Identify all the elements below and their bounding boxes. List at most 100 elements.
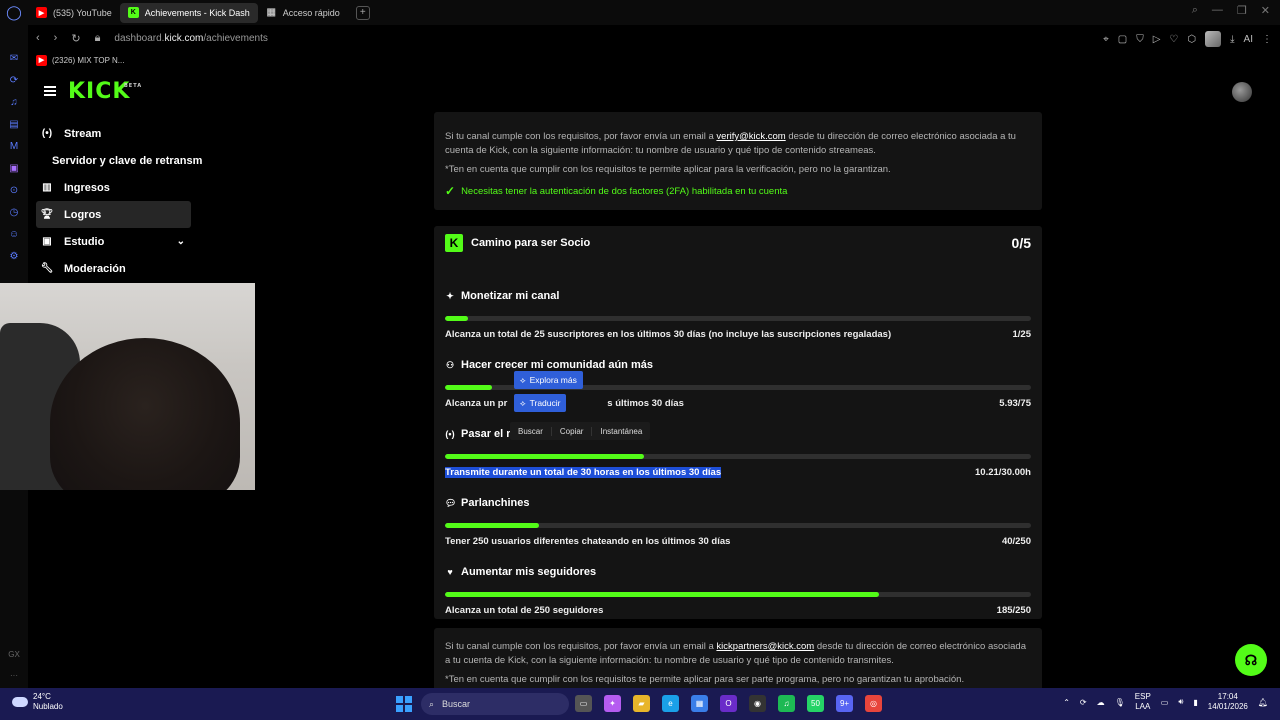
bookmarks-bar: ▶ (2326) MIX TOP N... [28,51,124,69]
nav-server-key[interactable]: Servidor y clave de retransm [36,147,206,174]
address-bar: ‹ › ↻ 🔒︎ dashboard.kick.com/achievements… [28,25,1280,51]
progress-fill [445,316,469,321]
ai-button[interactable]: AI [1244,34,1253,45]
language-indicator[interactable]: ESP LAA [1135,692,1151,712]
nav-moderacion[interactable]: 🔧︎ Moderación [36,255,191,282]
check-icon: ✓ [445,184,456,198]
opera-gx-icon[interactable]: O [720,695,737,712]
battery-icon[interactable]: ▮ [1193,698,1197,707]
messenger-icon[interactable]: ✉ [10,53,18,64]
nav-estudio[interactable]: ▣ Estudio ⌄ [36,228,191,255]
webcam-overlay [0,283,255,490]
selected-text[interactable]: Transmite durante un total de 30 horas e… [445,467,722,478]
mic-icon[interactable]: 🎙︎ [1115,698,1125,707]
notifications-icon[interactable]: 🔔︎ [1258,698,1268,707]
shield-icon[interactable]: ⛉ [1136,34,1144,45]
settings-icon[interactable]: ⚙ [10,251,19,262]
snapshot-button[interactable]: Instantánea [592,427,650,436]
achievement-value: 5.93/75 [999,398,1031,409]
back-icon[interactable]: ‹ [36,32,40,44]
progress-fill [445,454,645,459]
weather-widget[interactable]: 24°C Nublado [12,692,63,712]
verify-email-link[interactable]: verify@kick.com [716,131,785,142]
app-icon[interactable]: ◉ [749,695,766,712]
minimize-button[interactable]: — [1212,4,1223,17]
workspace-icon[interactable]: M [10,141,18,152]
news-icon[interactable]: ▤ [9,119,18,130]
network-icon[interactable]: ▭ [1161,698,1169,707]
maximize-button[interactable]: ❐ [1237,4,1247,17]
opera-logo-icon[interactable]: ◯ [0,0,28,25]
taskbar-apps: ▭ ✦ ▰ e ▦ O ◉ ♫ 50 9+ ◎ [575,695,882,712]
copilot-icon[interactable]: ✦ [604,695,621,712]
webcam-person [50,338,240,490]
support-chat-button[interactable]: ☊ [1235,644,1267,676]
download-icon[interactable]: ⤓ [1230,34,1234,45]
tab-youtube[interactable]: ▶ (535) YouTube [28,3,120,23]
chevron-down-icon: ⌄ [176,236,185,247]
verification-card: Si tu canal cumple con los requisitos, p… [434,112,1042,210]
chat-icon: 💬︎ [445,497,457,508]
tab-label: (535) YouTube [53,7,112,18]
menu-toggle-icon[interactable] [44,86,56,96]
taskbar-search[interactable]: ⌕ Buscar [421,693,569,715]
more-icon[interactable]: ··· [10,671,18,680]
history-icon[interactable]: ⟳ [10,75,18,86]
snapshot-icon[interactable]: ▢ [1118,34,1127,45]
close-button[interactable]: ✕ [1261,4,1270,17]
explore-button[interactable]: ⟡ Explora más [514,371,583,389]
achievement-value: 185/250 [996,605,1031,616]
store-icon[interactable]: ▦ [691,695,708,712]
kick-header: KICK BETA [28,70,1280,114]
nav-logros[interactable]: 🏆︎ Logros [36,201,191,228]
new-tab-button[interactable]: + [355,5,370,20]
nav-stream[interactable]: (•) Stream [36,120,191,147]
start-button[interactable] [396,696,412,712]
onedrive-icon[interactable]: ☁ [1097,698,1105,707]
discord-icon[interactable]: 9+ [836,695,853,712]
spotify-icon[interactable]: ♫ [778,695,795,712]
whatsapp-icon[interactable]: 50 [807,695,824,712]
chrome-icon[interactable]: ◎ [865,695,882,712]
volume-icon[interactable]: 🔊︎ [1178,697,1183,707]
progress-bar [445,523,1031,528]
video-icon[interactable]: ⊙ [10,185,18,196]
copy-button[interactable]: Copiar [552,426,593,436]
sync-icon[interactable]: ⟳ [1080,698,1087,707]
kick-logo[interactable]: KICK BETA [68,79,141,104]
file-explorer-icon[interactable]: ▰ [633,695,650,712]
translate-button[interactable]: ⟡ Traducir [514,394,567,412]
browser-tab-bar: ◯ ▶ (535) YouTube K Achievements - Kick … [0,0,1280,25]
play-icon[interactable]: ▷ [1153,34,1161,45]
chevron-up-icon[interactable]: ⌃ [1063,698,1070,707]
gx-label[interactable]: GX [8,650,20,659]
url-field[interactable]: dashboard.kick.com/achievements [114,33,267,44]
twitch-icon[interactable]: ▣ [9,163,18,174]
extensions-icon[interactable]: ⬡ [1187,34,1196,45]
verification-text: Si tu canal cumple con los requisitos, p… [445,131,1016,156]
tab-quick-access[interactable]: ▦ Acceso rápido [258,3,348,23]
system-tray: ⌃ ⟳ ☁ 🎙︎ ESP LAA ▭ 🔊︎ ▮ 17:04 14/01/2026 🔔… [1063,692,1268,712]
edge-icon[interactable]: e [662,695,679,712]
partner-email-link[interactable]: kickpartners@kick.com [716,641,814,652]
heart-icon[interactable]: ♡ [1169,34,1178,45]
task-view-icon[interactable]: ▭ [575,695,592,712]
user-avatar[interactable] [1232,82,1252,102]
profile-avatar[interactable] [1205,31,1222,47]
tab-achievements[interactable]: K Achievements - Kick Dash [119,2,258,23]
forward-icon[interactable]: › [54,32,58,44]
clock[interactable]: 17:04 14/01/2026 [1208,692,1248,712]
discord-icon[interactable]: ☺ [9,229,19,240]
player-icon[interactable]: ♫ [10,97,18,108]
kick-icon: K [127,7,139,18]
clock-icon[interactable]: ◷ [10,207,19,218]
nav-ingresos[interactable]: ▥ Ingresos [36,174,191,201]
youtube-icon: ▶ [36,54,47,66]
search-tabs-icon[interactable]: ⌕ [1192,4,1198,17]
menu-icon[interactable]: ⋮ [1262,34,1272,45]
pin-icon[interactable]: ⌖ [1103,34,1109,45]
reload-icon[interactable]: ↻ [71,32,80,45]
heart-icon: ♥ [447,567,453,577]
bookmark-item[interactable]: (2326) MIX TOP N... [52,56,124,65]
search-button[interactable]: Buscar [510,426,552,436]
